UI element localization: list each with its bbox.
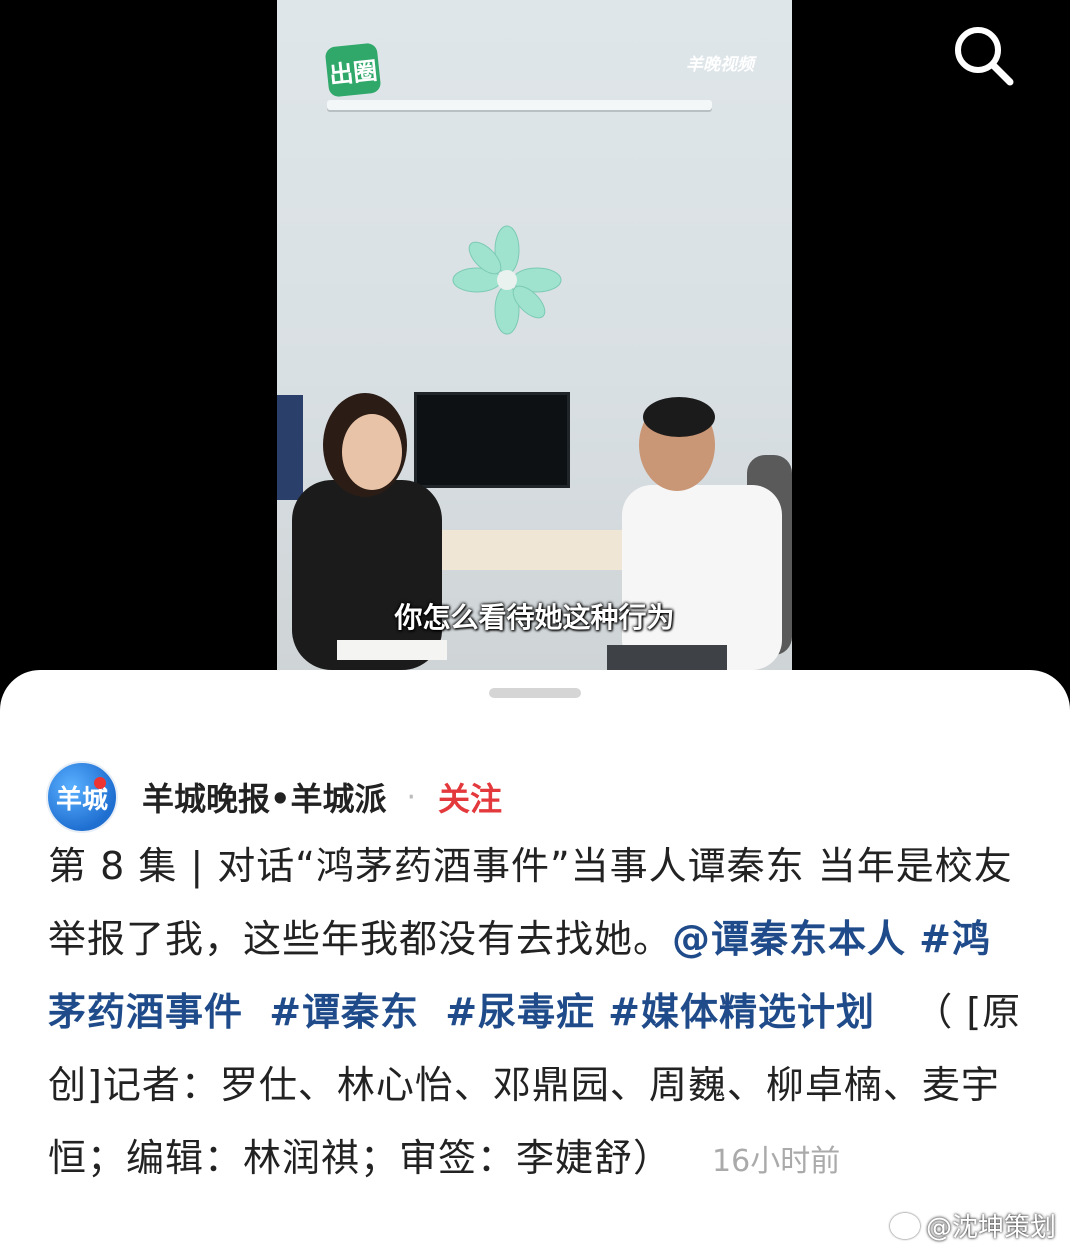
wall-fan (452, 225, 562, 335)
publisher-watermark: 羊晚视频 (686, 55, 754, 75)
avatar-dot (94, 777, 106, 789)
video-subtitle: 你怎么看待她这种行为 (394, 601, 675, 634)
avatar[interactable]: 羊城 (46, 761, 118, 833)
post-detail-sheet: 羊城 羊城晚报•羊城派 · 关注 第 8 集 | 对话“鸿茅药酒事件”当事人谭秦… (0, 670, 1070, 1252)
search-icon (955, 27, 1014, 86)
weibo-watermark: @沈坤策划 (889, 1207, 1056, 1244)
hashtag-link[interactable]: #谭秦东 (269, 990, 419, 1034)
hashtag-link[interactable]: #媒体精选计划 (608, 990, 875, 1034)
drag-handle[interactable] (489, 688, 581, 698)
search-button[interactable] (948, 20, 1018, 90)
desk (427, 530, 637, 570)
author-name[interactable]: 羊城晚报•羊城派 (142, 774, 386, 820)
hashtag-link[interactable]: #尿毒症 (445, 990, 595, 1034)
follow-button[interactable]: 关注 (438, 774, 502, 820)
separator-dot: · (406, 779, 417, 815)
watermark-text: @沈坤策划 (925, 1213, 1056, 1243)
mention-link[interactable]: @谭秦东本人 (672, 917, 906, 961)
video-player[interactable]: 出圈 羊晚视频 你怎么看待她这种行为 (277, 0, 792, 670)
ceiling-lamp (327, 100, 712, 110)
weibo-icon (889, 1212, 920, 1239)
author-row: 羊城 羊城晚报•羊城派 · 关注 (46, 761, 502, 833)
channel-logo: 出圈 (324, 42, 382, 98)
post-text: 第 8 集 | 对话“鸿茅药酒事件”当事人谭秦东 当年是校友举报了我，这些年我都… (48, 830, 1028, 1198)
post-time: 16小时前 (712, 1144, 841, 1179)
